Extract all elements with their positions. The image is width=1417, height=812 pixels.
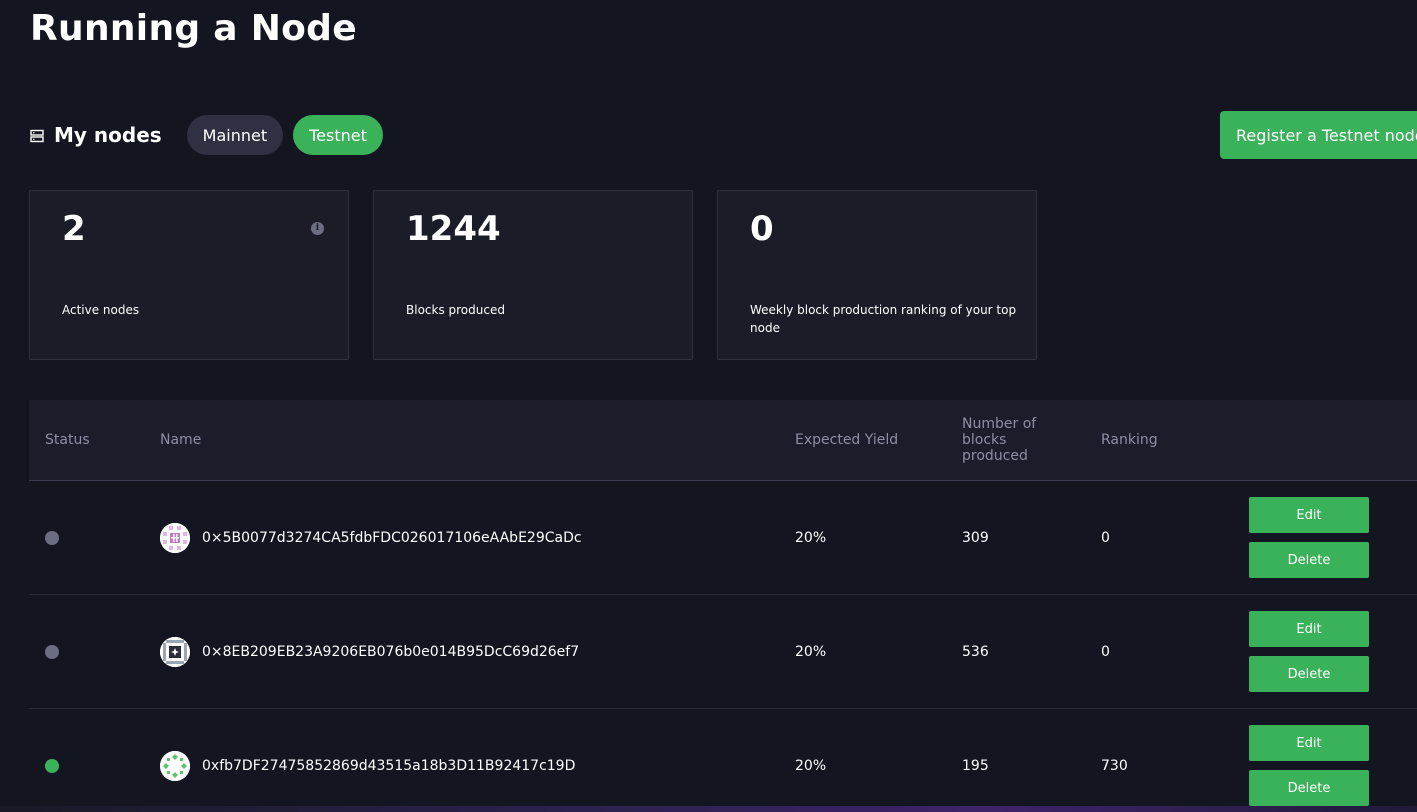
bottom-edge-glow xyxy=(0,806,1417,812)
stat-card-blocks-produced: 1244 Blocks produced xyxy=(373,190,693,360)
register-testnet-node-button[interactable]: Register a Testnet node xyxy=(1220,111,1417,159)
delete-button[interactable]: Delete xyxy=(1249,656,1369,692)
stat-label: Active nodes xyxy=(62,303,140,317)
status-indicator xyxy=(45,759,59,773)
table-header: Status Name Expected Yield Number of blo… xyxy=(29,400,1417,481)
delete-button[interactable]: Delete xyxy=(1249,542,1369,578)
header-status: Status xyxy=(45,432,90,448)
tab-mainnet[interactable]: Mainnet xyxy=(186,115,284,155)
status-indicator xyxy=(45,531,59,545)
node-expected-yield: 20% xyxy=(795,758,827,774)
table-row: 0×5B0077d3274CA5fdbFDC026017106eAAbE29Ca… xyxy=(29,481,1417,595)
delete-button[interactable]: Delete xyxy=(1249,770,1369,806)
header-ranking: Ranking xyxy=(1101,432,1158,448)
stat-label: Weekly block production ranking of your … xyxy=(750,303,1017,335)
header-name: Name xyxy=(160,432,202,448)
stat-value: 1244 xyxy=(406,209,501,249)
page: Running a Node My nodes Mainnet Testnet … xyxy=(0,0,1417,812)
node-name: 0×5B0077d3274CA5fdbFDC026017106eAAbE29Ca… xyxy=(202,530,582,546)
node-avatar xyxy=(160,637,190,667)
node-name: 0×8EB209EB23A9206EB076b0e014B95DcC69d26e… xyxy=(202,644,580,660)
info-icon[interactable]: i xyxy=(311,222,324,235)
server-icon xyxy=(30,128,44,143)
nodes-header: My nodes Mainnet Testnet xyxy=(30,115,383,155)
section-title: My nodes xyxy=(54,123,162,147)
node-blocks-produced: 536 xyxy=(962,644,989,660)
stat-value: 0 xyxy=(750,209,774,249)
node-ranking: 0 xyxy=(1101,644,1110,660)
tab-testnet[interactable]: Testnet xyxy=(293,115,383,155)
edit-button[interactable]: Edit xyxy=(1249,611,1369,647)
header-expected-yield: Expected Yield xyxy=(795,432,899,448)
edit-button[interactable]: Edit xyxy=(1249,725,1369,761)
stat-card-active-nodes: 2 i Active nodes xyxy=(29,190,349,360)
edit-button[interactable]: Edit xyxy=(1249,497,1369,533)
node-avatar xyxy=(160,523,190,553)
stat-card-weekly-ranking: 0 Weekly block production ranking of you… xyxy=(717,190,1037,360)
stat-label: Blocks produced xyxy=(406,303,505,317)
node-expected-yield: 20% xyxy=(795,530,827,546)
table-row: 0×8EB209EB23A9206EB076b0e014B95DcC69d26e… xyxy=(29,595,1417,709)
nodes-table: Status Name Expected Yield Number of blo… xyxy=(29,400,1417,812)
node-ranking: 730 xyxy=(1101,758,1128,774)
header-blocks-produced: Number of blocks produced xyxy=(962,416,1037,464)
node-ranking: 0 xyxy=(1101,530,1110,546)
status-indicator xyxy=(45,645,59,659)
stat-value: 2 xyxy=(62,209,86,249)
node-blocks-produced: 309 xyxy=(962,530,989,546)
page-title: Running a Node xyxy=(30,8,357,49)
node-blocks-produced: 195 xyxy=(962,758,989,774)
node-name: 0xfb7DF27475852869d43515a18b3D11B92417c1… xyxy=(202,758,576,774)
node-expected-yield: 20% xyxy=(795,644,827,660)
table-row: 0xfb7DF27475852869d43515a18b3D11B92417c1… xyxy=(29,709,1417,812)
node-avatar xyxy=(160,751,190,781)
